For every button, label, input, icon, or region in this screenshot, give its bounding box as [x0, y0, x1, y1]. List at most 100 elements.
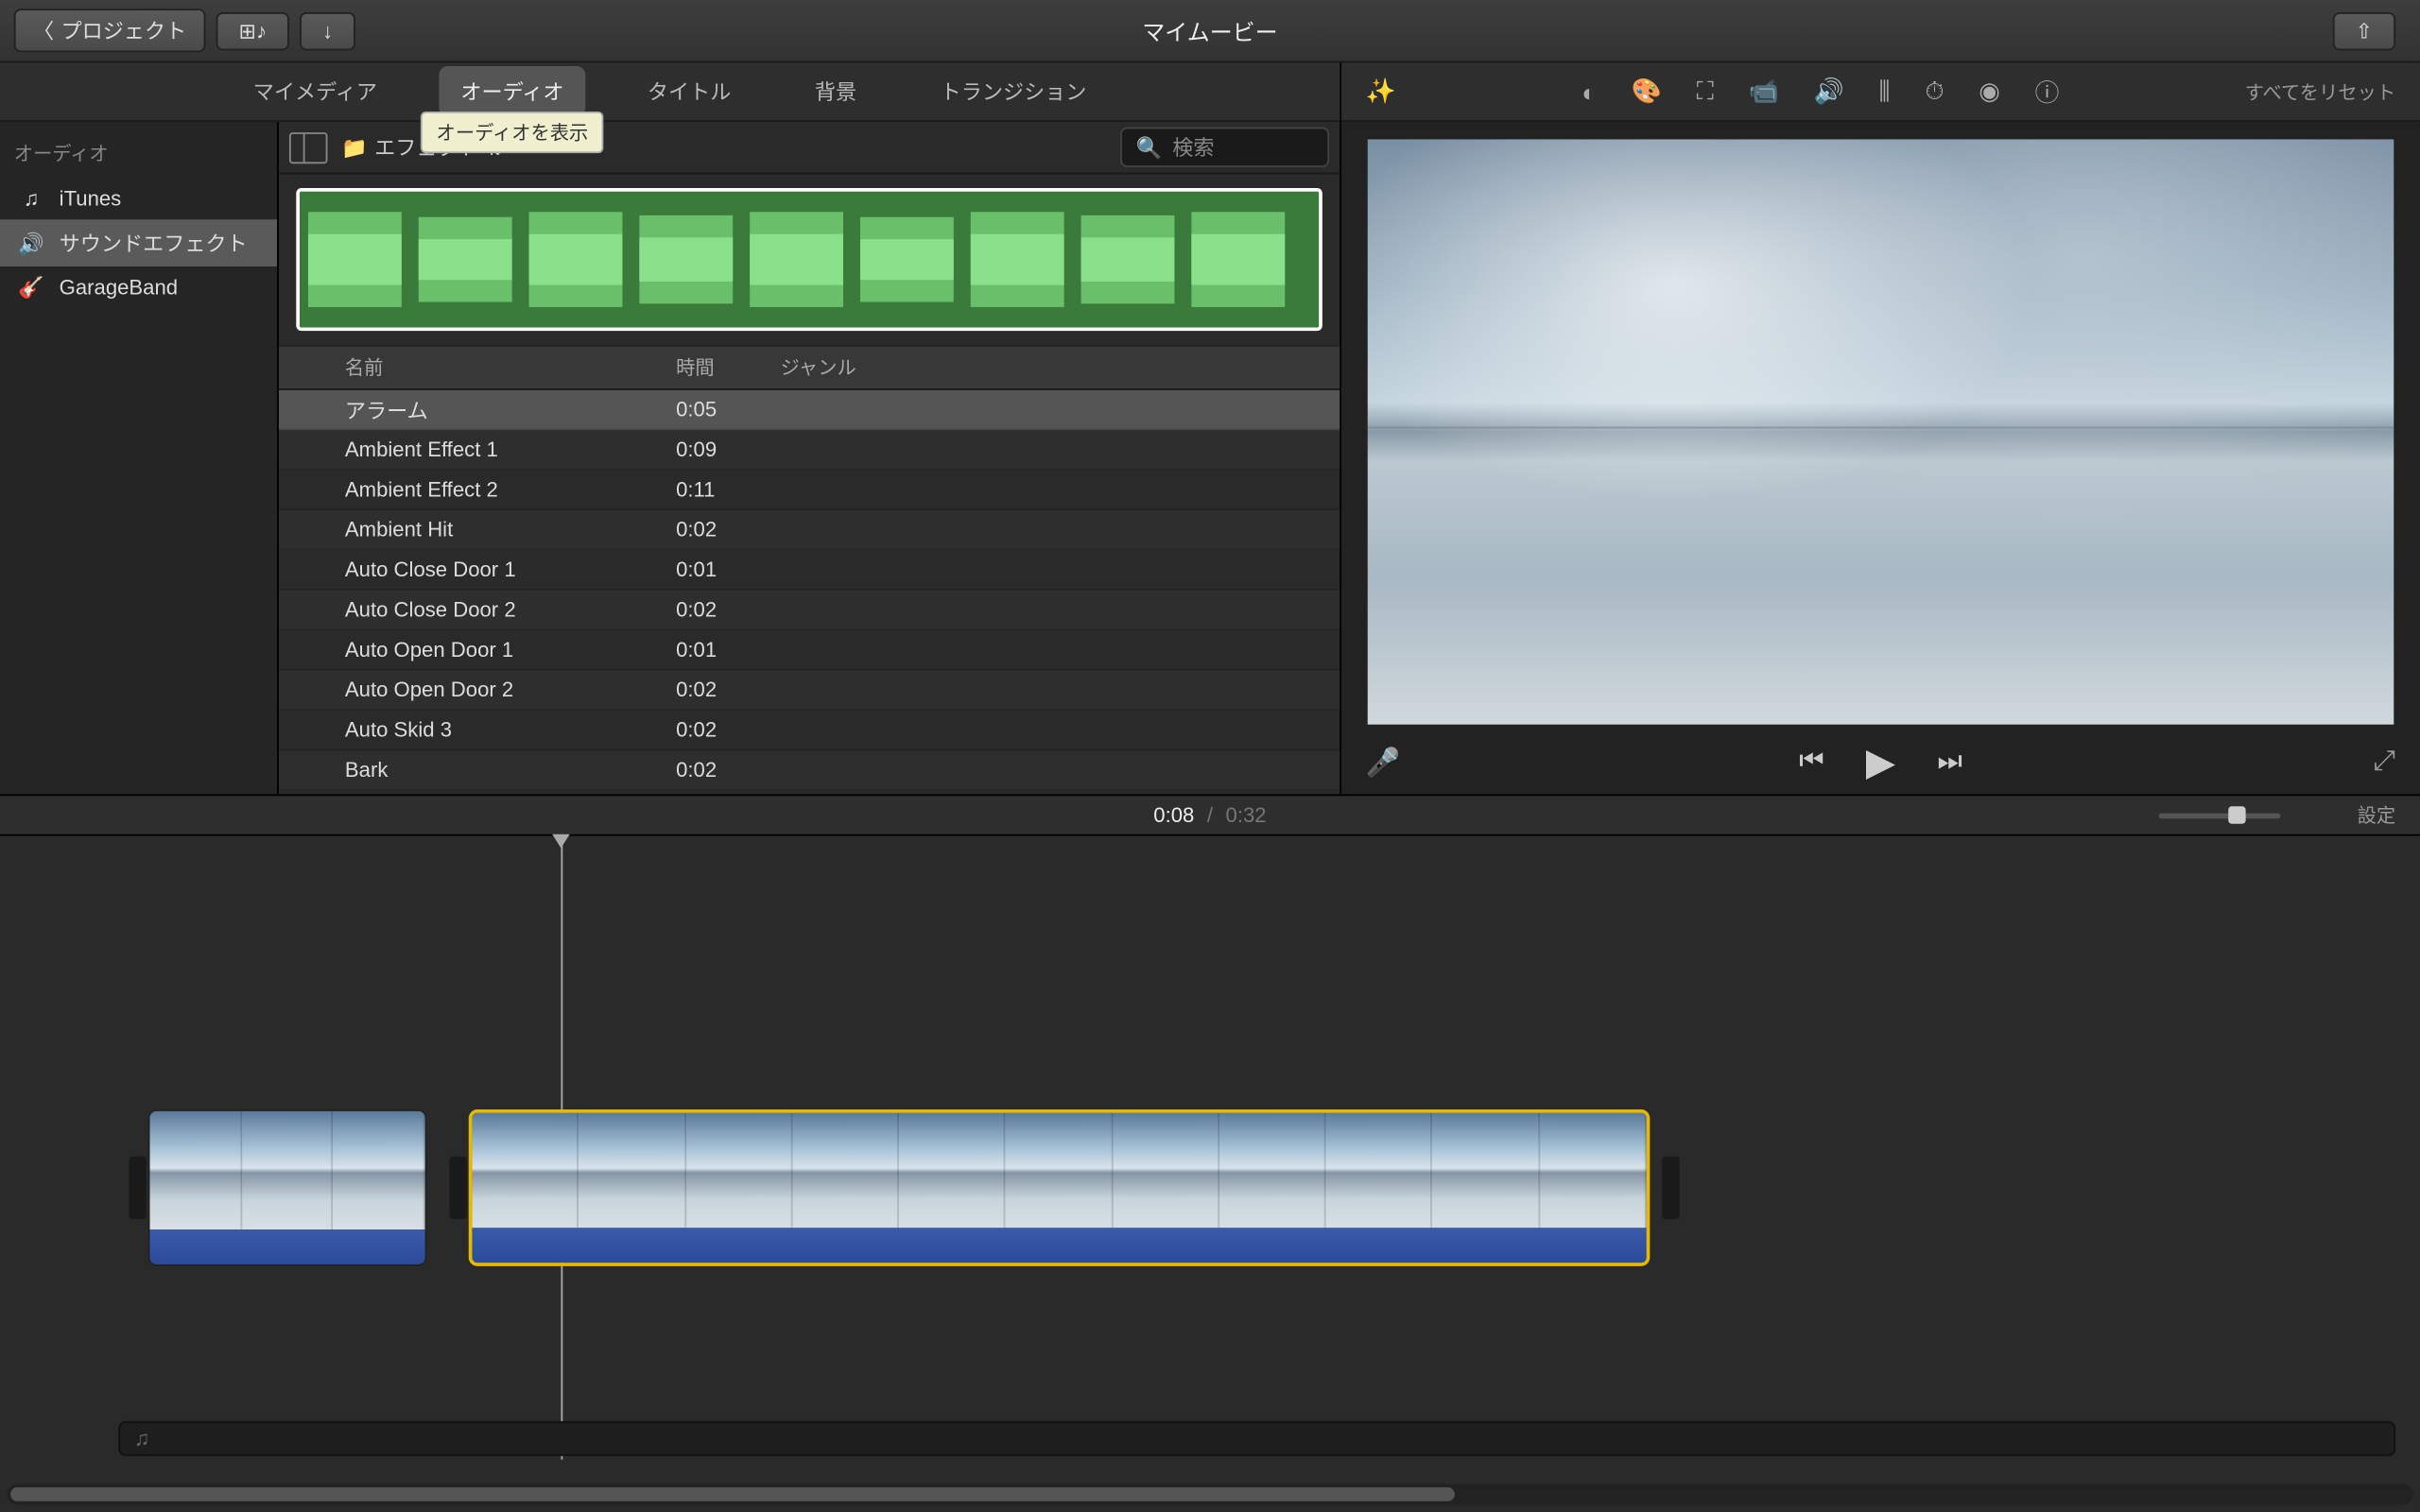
reset-all-button[interactable]: すべてをリセット — [2245, 77, 2396, 105]
clip-audio-waveform — [149, 1229, 424, 1264]
col-genre[interactable]: ジャンル — [767, 347, 1340, 388]
fullscreen-icon[interactable]: ⤢ — [2374, 747, 2396, 779]
audio-sidebar: オーディオ ♫ iTunes 🔊 サウンドエフェクト 🎸 GarageBand — [0, 122, 279, 794]
table-row[interactable]: Ambient Hit0:02 — [279, 510, 1340, 550]
magic-wand-icon[interactable]: ✨ — [1366, 77, 1396, 106]
tab-transitions[interactable]: トランジション — [919, 66, 1107, 116]
row-time: 0:02 — [662, 758, 767, 782]
speed-icon[interactable]: ⏱ — [1925, 77, 1944, 106]
video-clip-2-selected[interactable] — [469, 1109, 1651, 1266]
table-row[interactable]: Ambient Effect 20:11 — [279, 471, 1340, 510]
row-name: Bark — [331, 758, 662, 782]
play-button[interactable]: ▶ — [1866, 740, 1895, 785]
row-name: Ambient Effect 1 — [331, 438, 662, 462]
row-name: Auto Close Door 1 — [331, 558, 662, 582]
audio-waveform-preview[interactable] — [296, 188, 1322, 331]
tab-my-media[interactable]: マイメディア — [233, 66, 398, 116]
time-current: 0:08 — [1153, 803, 1194, 828]
color-palette-icon[interactable]: 🎨 — [1632, 77, 1662, 106]
adjustments-bar: ✨ ◐ 🎨 ⛶ 📹 🔊 ⫼ ⏱ ◉ ⓘ すべてをリセット — [1341, 62, 2420, 122]
audio-table: アラーム0:05Ambient Effect 10:09Ambient Effe… — [279, 390, 1340, 795]
music-note-icon: ♫ — [134, 1426, 150, 1451]
row-time: 0:02 — [662, 597, 767, 622]
project-title: マイムービー — [1142, 14, 1277, 47]
table-row[interactable]: Auto Skid 30:02 — [279, 711, 1340, 750]
clip-handle[interactable] — [1662, 1157, 1679, 1219]
search-input[interactable]: 🔍 検索 — [1120, 128, 1329, 167]
horizontal-scrollbar[interactable] — [7, 1484, 2412, 1504]
import-button[interactable]: ↓ — [300, 11, 355, 50]
clip-audio-waveform — [472, 1228, 1646, 1263]
sidebar-item-label: GarageBand — [60, 275, 178, 300]
filter-icon[interactable]: ◉ — [1979, 77, 2000, 106]
row-time: 0:02 — [662, 517, 767, 541]
transport-controls: 🎤 ⏮ ▶ ⏭ ⤢ — [1341, 731, 2420, 794]
audio-tooltip: オーディオを表示 — [421, 112, 604, 153]
timeline[interactable]: ♫ — [0, 836, 2420, 1512]
col-name[interactable]: 名前 — [331, 347, 662, 388]
table-row[interactable]: アラーム0:05 — [279, 390, 1340, 430]
video-preview[interactable] — [1368, 139, 2394, 724]
sidebar-header: オーディオ — [0, 122, 277, 178]
clip-library-button[interactable]: ⊞♪ — [216, 11, 290, 50]
top-toolbar: 〈 プロジェクト ⊞♪ ↓ マイムービー ⇧ — [0, 0, 2420, 62]
video-clip-1[interactable] — [148, 1109, 427, 1266]
row-name: Auto Skid 3 — [331, 717, 662, 742]
time-total: 0:32 — [1226, 803, 1267, 828]
microphone-icon[interactable]: 🎤 — [1366, 746, 1401, 781]
tab-backgrounds[interactable]: 背景 — [794, 66, 877, 116]
info-icon[interactable]: ⓘ — [2035, 74, 2060, 109]
zoom-slider[interactable] — [2158, 813, 2280, 818]
tab-audio[interactable]: オーディオ オーディオを表示 — [440, 66, 584, 116]
row-time: 0:09 — [662, 438, 767, 462]
col-time[interactable]: 時間 — [662, 347, 767, 388]
crop-icon[interactable]: ⛶ — [1697, 77, 1714, 106]
row-time: 0:01 — [662, 558, 767, 582]
sidebar-item-sound-effects[interactable]: 🔊 サウンドエフェクト — [0, 219, 277, 266]
timeline-settings-button[interactable]: 設定 — [2358, 801, 2396, 829]
video-preview-container — [1341, 122, 2420, 731]
row-name: アラーム — [331, 394, 662, 423]
film-music-icon: ⊞♪ — [239, 18, 268, 43]
download-arrow-icon: ↓ — [322, 18, 333, 43]
speaker-icon: 🔊 — [17, 231, 44, 255]
table-row[interactable]: Ambient Effect 10:09 — [279, 430, 1340, 470]
sidebar-item-itunes[interactable]: ♫ iTunes — [0, 178, 277, 219]
row-time: 0:01 — [662, 638, 767, 662]
row-name: Ambient Effect 2 — [331, 477, 662, 502]
next-button[interactable]: ⏭ — [1937, 747, 1962, 779]
tab-audio-label: オーディオ — [460, 80, 563, 105]
row-name: Auto Close Door 2 — [331, 597, 662, 622]
sidebar-item-label: iTunes — [60, 186, 122, 211]
sidebar-item-label: サウンドエフェクト — [60, 228, 248, 257]
audio-track-empty[interactable]: ♫ — [118, 1421, 2395, 1456]
prev-button[interactable]: ⏮ — [1799, 747, 1824, 779]
contrast-icon[interactable]: ◐ — [1582, 77, 1597, 105]
row-time: 0:02 — [662, 717, 767, 742]
clip-handle[interactable] — [129, 1157, 146, 1219]
equalizer-icon[interactable]: ⫼ — [1879, 77, 1891, 106]
media-tabs: マイメディア オーディオ オーディオを表示 タイトル 背景 トランジション — [0, 62, 1340, 122]
row-name: Ambient Hit — [331, 517, 662, 541]
search-icon: 🔍 — [1136, 135, 1163, 160]
chevron-left-icon: 〈 — [33, 16, 54, 45]
sidebar-item-garageband[interactable]: 🎸 GarageBand — [0, 266, 277, 308]
clip-handle[interactable] — [449, 1157, 466, 1219]
table-row[interactable]: Auto Close Door 10:01 — [279, 550, 1340, 590]
stabilize-icon[interactable]: 📹 — [1749, 77, 1779, 106]
row-time: 0:05 — [662, 397, 767, 421]
share-button[interactable]: ⇧ — [2333, 11, 2395, 50]
tab-titles[interactable]: タイトル — [627, 66, 752, 116]
table-row[interactable]: Auto Open Door 20:02 — [279, 671, 1340, 711]
guitar-icon: 🎸 — [17, 275, 44, 300]
table-row[interactable]: Auto Open Door 10:01 — [279, 630, 1340, 670]
table-header: 名前 時間 ジャンル — [279, 345, 1340, 390]
table-row[interactable]: Bark0:02 — [279, 750, 1340, 790]
table-row[interactable]: Auto Close Door 20:02 — [279, 591, 1340, 630]
layout-toggle-icon[interactable] — [289, 131, 328, 163]
back-button[interactable]: 〈 プロジェクト — [14, 9, 206, 52]
row-name: Auto Open Door 2 — [331, 678, 662, 702]
music-note-icon: ♫ — [17, 186, 44, 211]
share-icon: ⇧ — [2356, 18, 2374, 43]
volume-icon[interactable]: 🔊 — [1814, 77, 1844, 106]
